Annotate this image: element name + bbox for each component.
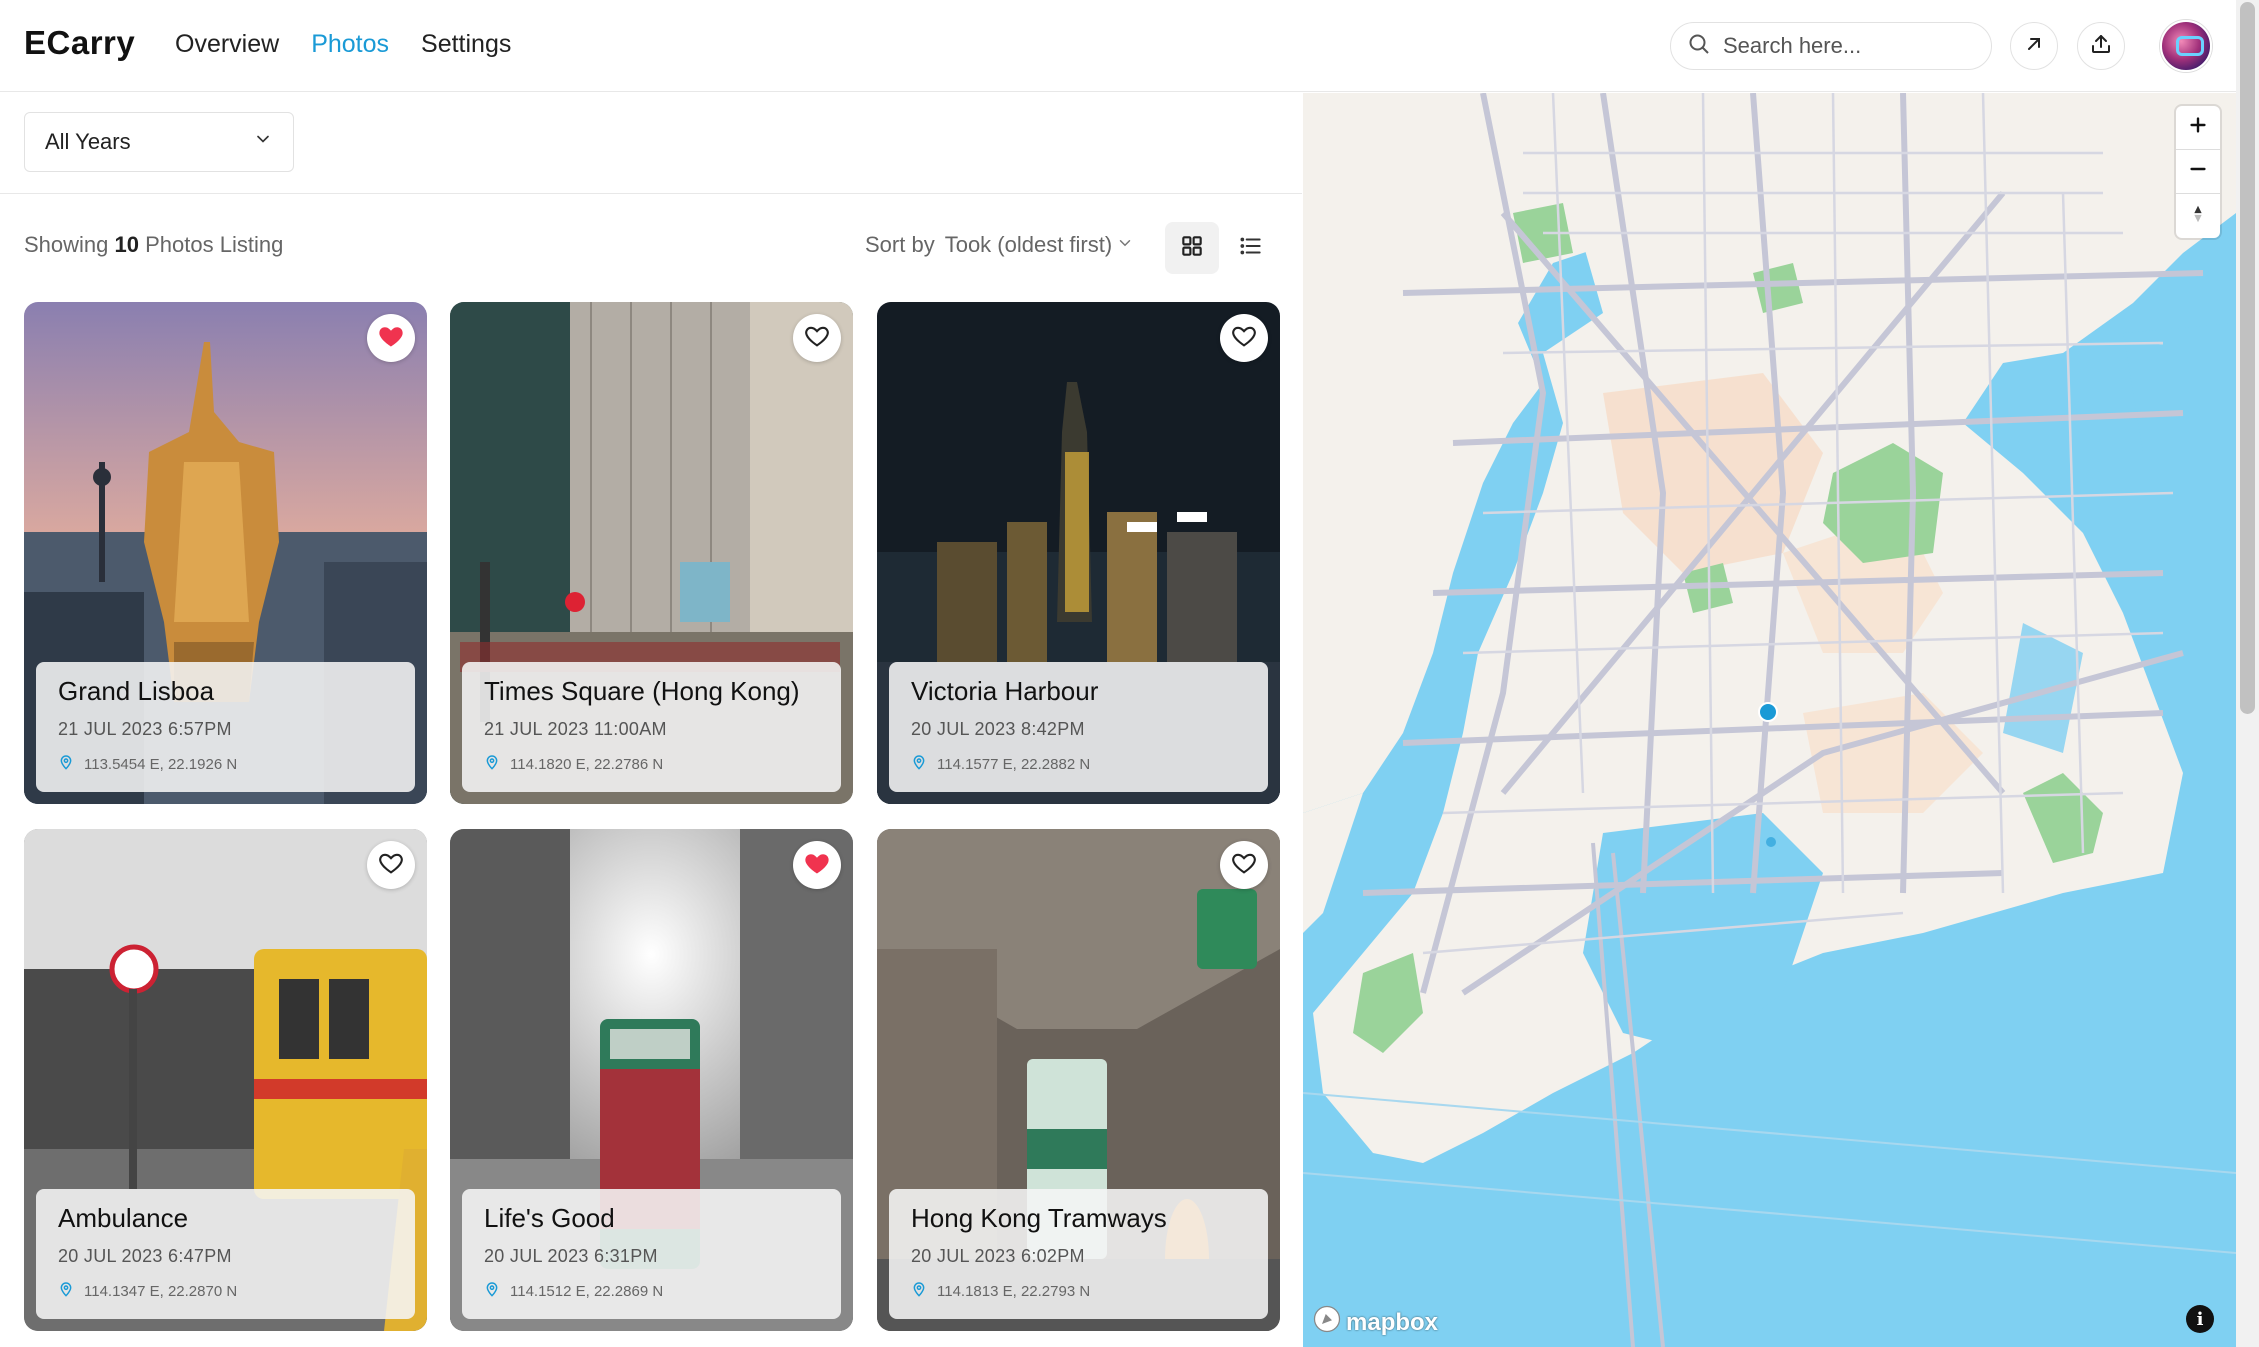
heart-outline-icon: [1230, 322, 1258, 355]
nav-photos[interactable]: Photos: [311, 30, 389, 59]
user-avatar[interactable]: [2160, 20, 2212, 72]
zoom-in-button[interactable]: [2176, 106, 2220, 150]
favorite-button[interactable]: [793, 841, 841, 889]
photo-title: Times Square (Hong Kong): [484, 676, 800, 706]
heart-filled-icon: [803, 849, 831, 882]
photo-date: 20 JUL 2023 8:42PM: [911, 719, 1085, 739]
map-controls: [2176, 106, 2220, 238]
sort-value: Took (oldest first): [944, 232, 1113, 257]
location-pin-icon: [484, 754, 500, 774]
photo-coords: 114.1347 E, 22.2870 N: [58, 1281, 393, 1301]
app-logo[interactable]: ECarry: [24, 24, 135, 62]
coords-value: 113.5454 E, 22.1926 N: [84, 755, 238, 773]
photo-card[interactable]: Times Square (Hong Kong) 21 JUL 2023 11:…: [450, 302, 853, 804]
page-scrollbar[interactable]: [2236, 0, 2259, 1347]
coords-value: 114.1813 E, 22.2793 N: [937, 1282, 1091, 1300]
sort-control: Sort by Took (oldest first): [865, 232, 1134, 258]
photo-card[interactable]: Ambulance 20 JUL 2023 6:47PM 114.1347 E,…: [24, 829, 427, 1331]
year-select-value: All Years: [45, 129, 131, 154]
photo-info: Ambulance 20 JUL 2023 6:47PM 114.1347 E,…: [36, 1189, 415, 1319]
heart-outline-icon: [803, 322, 831, 355]
favorite-button[interactable]: [1220, 841, 1268, 889]
coords-value: 114.1577 E, 22.2882 N: [937, 755, 1091, 773]
photo-title: Victoria Harbour: [911, 676, 1099, 706]
photo-title: Life's Good: [484, 1203, 615, 1233]
mapbox-icon: [1312, 1304, 1342, 1341]
location-pin-icon: [484, 1281, 500, 1301]
location-pin-icon: [58, 1281, 74, 1301]
photo-info: Hong Kong Tramways 20 JUL 2023 6:02PM 11…: [889, 1189, 1268, 1319]
favorite-button[interactable]: [1220, 314, 1268, 362]
photo-card[interactable]: Victoria Harbour 20 JUL 2023 8:42PM 114.…: [877, 302, 1280, 804]
listing-suffix: Photos Listing: [145, 232, 284, 257]
top-header: ECarry Overview Photos Settings: [0, 0, 2236, 92]
sort-select[interactable]: Took (oldest first): [945, 232, 1135, 258]
heart-filled-icon: [377, 322, 405, 355]
minus-icon: [2187, 158, 2209, 185]
heart-outline-icon: [1230, 849, 1258, 882]
chevron-down-icon: [253, 129, 273, 155]
favorite-button[interactable]: [793, 314, 841, 362]
nav-overview[interactable]: Overview: [175, 30, 279, 59]
photo-title: Grand Lisboa: [58, 676, 215, 706]
scrollbar-thumb[interactable]: [2240, 2, 2255, 714]
coords-value: 114.1820 E, 22.2786 N: [510, 755, 664, 773]
photo-date: 20 JUL 2023 6:02PM: [911, 1246, 1085, 1266]
search-box[interactable]: [1670, 22, 1992, 70]
zoom-out-button[interactable]: [2176, 150, 2220, 194]
photo-coords: 113.5454 E, 22.1926 N: [58, 754, 393, 774]
filter-bar: All Years: [0, 92, 1302, 194]
photo-date: 20 JUL 2023 6:47PM: [58, 1246, 232, 1266]
sort-label: Sort by: [865, 232, 935, 257]
listing-prefix: Showing: [24, 232, 109, 257]
photo-coords: 114.1577 E, 22.2882 N: [911, 754, 1246, 774]
photo-info: Grand Lisboa 21 JUL 2023 6:57PM 113.5454…: [36, 662, 415, 792]
photo-card[interactable]: Hong Kong Tramways 20 JUL 2023 6:02PM 11…: [877, 829, 1280, 1331]
photo-date: 21 JUL 2023 11:00AM: [484, 719, 667, 739]
nav-settings[interactable]: Settings: [421, 30, 511, 59]
photo-info: Times Square (Hong Kong) 21 JUL 2023 11:…: [462, 662, 841, 792]
photo-coords: 114.1820 E, 22.2786 N: [484, 754, 819, 774]
arrow-up-right-icon: [2022, 32, 2046, 61]
grid-icon: [1179, 233, 1205, 264]
chevron-down-icon: [1116, 232, 1134, 258]
mapbox-logo[interactable]: mapbox: [1312, 1304, 1438, 1341]
photo-date: 20 JUL 2023 6:31PM: [484, 1246, 658, 1266]
main-nav: Overview Photos Settings: [175, 30, 511, 59]
location-pin-icon: [911, 1281, 927, 1301]
photo-title: Hong Kong Tramways: [911, 1203, 1167, 1233]
photo-card[interactable]: Life's Good 20 JUL 2023 6:31PM 114.1512 …: [450, 829, 853, 1331]
map-view[interactable]: [1303, 93, 2236, 1347]
upload-button[interactable]: [2077, 22, 2125, 70]
photo-info: Victoria Harbour 20 JUL 2023 8:42PM 114.…: [889, 662, 1268, 792]
mapbox-text: mapbox: [1346, 1308, 1439, 1336]
coords-value: 114.1512 E, 22.2869 N: [510, 1282, 664, 1300]
grid-view-button[interactable]: [1165, 222, 1219, 274]
year-select[interactable]: All Years: [24, 112, 294, 172]
favorite-button[interactable]: [367, 841, 415, 889]
compass-button[interactable]: [2176, 194, 2220, 238]
photo-date: 21 JUL 2023 6:57PM: [58, 719, 232, 739]
photo-coords: 114.1813 E, 22.2793 N: [911, 1281, 1246, 1301]
list-icon: [1238, 233, 1264, 264]
coords-value: 114.1347 E, 22.2870 N: [84, 1282, 238, 1300]
compass-icon: [2187, 203, 2209, 230]
photo-title: Ambulance: [58, 1203, 189, 1233]
upload-icon: [2089, 32, 2113, 61]
photo-coords: 114.1512 E, 22.2869 N: [484, 1281, 819, 1301]
listing-count-number: 10: [114, 232, 139, 257]
location-pin-icon: [911, 754, 927, 774]
search-input[interactable]: [1723, 33, 1973, 59]
photo-card[interactable]: Grand Lisboa 21 JUL 2023 6:57PM 113.5454…: [24, 302, 427, 804]
listing-count: Showing 10 Photos Listing: [24, 232, 283, 258]
open-external-button[interactable]: [2010, 22, 2058, 70]
location-pin-icon: [58, 754, 74, 774]
photo-info: Life's Good 20 JUL 2023 6:31PM 114.1512 …: [462, 1189, 841, 1319]
list-view-button[interactable]: [1224, 222, 1278, 274]
heart-outline-icon: [377, 849, 405, 882]
plus-icon: [2187, 114, 2209, 141]
map-info-button[interactable]: i: [2186, 1305, 2214, 1333]
search-icon: [1687, 32, 1711, 61]
favorite-button[interactable]: [367, 314, 415, 362]
